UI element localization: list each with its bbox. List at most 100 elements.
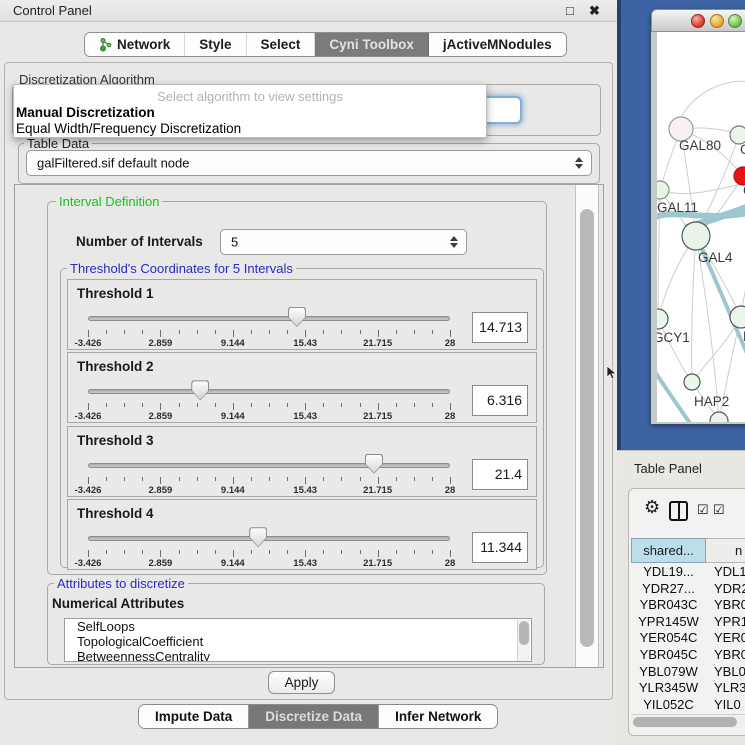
table-header-row: shared... n [631,538,745,563]
threshold-panel: Threshold 3 -3.4262.8599.14415.4321.7152… [67,426,537,497]
node-label: GAL80 [679,138,721,153]
checkbox-icon[interactable]: ☑ [713,502,725,518]
attributes-group: Attributes to discretize Numerical Attri… [47,583,545,665]
slider-scale-labels: -3.4262.8599.14415.4321.71528 [88,338,450,349]
close-traffic-light-icon[interactable] [691,14,705,28]
scale-tick-label: 2.859 [149,411,173,422]
desktop-edge [617,0,621,450]
table-row[interactable]: YPR145WYPR1 [631,614,745,631]
tab-cyni-toolbox[interactable]: Cyni Toolbox [315,33,429,56]
tab-discretize-data[interactable]: Discretize Data [249,705,379,728]
scale-tick-label: 9.144 [221,411,245,422]
split-pane-icon[interactable] [669,501,688,521]
table-row[interactable]: YBR043CYBR0 [631,597,745,614]
slider-thumb[interactable] [191,380,209,400]
tab-impute-data[interactable]: Impute Data [139,705,249,728]
slider-thumb[interactable] [249,527,267,547]
column-header-name[interactable]: n [706,538,745,563]
dropdown-option-manual-discretization[interactable]: Manual Discretization [15,105,485,120]
node-label: GCY1 [657,330,690,345]
threshold-value-field[interactable]: 21.4 [472,459,528,490]
threshold-slider[interactable]: -3.4262.8599.14415.4321.71528 [88,353,450,424]
network-canvas[interactable]: GAL80GCGAL11GAL4HGCY1HAP2 [657,32,745,422]
attribute-list-item[interactable]: TopologicalCoefficient [65,634,531,649]
combo-spinner-icon[interactable] [575,157,583,169]
tab-select[interactable]: Select [247,33,316,56]
threshold-value-field[interactable]: 14.713 [472,312,528,343]
threshold-slider[interactable]: -3.4262.8599.14415.4321.71528 [88,427,450,498]
list-scrollbar-thumb[interactable] [519,621,529,645]
network-node-h[interactable] [730,306,745,328]
table-panel: ⚙ ☑ ☑ shared... n YDL19...YDL1YDR27...YD… [628,488,745,736]
float-window-icon[interactable]: □ [566,3,574,18]
zoom-traffic-light-icon[interactable] [728,14,742,28]
threshold-slider[interactable]: -3.4262.8599.14415.4321.71528 [88,500,450,571]
scale-tick-label: 2.859 [149,485,173,496]
slider-track[interactable] [88,536,450,541]
scale-tick-label: -3.426 [75,411,102,422]
list-scrollbar[interactable] [517,620,530,661]
scale-tick-label: -3.426 [75,338,102,349]
combo-spinner-icon[interactable] [450,236,458,248]
interval-definition-group: Interval Definition Number of Intervals … [47,201,547,575]
checkbox-icon[interactable]: ☑ [697,502,709,518]
network-node-gcy1[interactable] [657,309,668,329]
scale-tick-label: 9.144 [221,558,245,569]
apply-button[interactable]: Apply [268,671,335,694]
table-row[interactable]: YBL079WYBL0 [631,664,745,681]
network-node-hap2[interactable] [684,374,700,390]
mouse-cursor [606,366,617,380]
tab-jactivemnodules[interactable]: jActiveMNodules [429,33,566,56]
close-icon[interactable]: ✖ [589,3,600,19]
table-row[interactable]: YBR045CYBR0 [631,647,745,664]
dropdown-placeholder-option[interactable]: Select algorithm to view settings [14,89,486,104]
table-data-selected-value: galFiltered.sif default node [37,156,189,171]
settings-scrollbar[interactable] [575,185,599,667]
network-view-window[interactable]: GAL80GCGAL11GAL4HGCY1HAP2 [651,9,745,424]
scale-tick-label: 15.43 [293,411,317,422]
slider-thumb[interactable] [288,307,306,327]
table-panel-titlebar: Table Panel [617,450,745,487]
number-of-intervals-label: Number of Intervals [76,234,203,249]
table-row[interactable]: YIL052CYIL0 [631,697,745,714]
attribute-list-item[interactable]: BetweennessCentrality [65,649,531,662]
tab-style[interactable]: Style [185,33,246,56]
tab-label: Select [261,37,301,52]
tab-network[interactable]: Network [85,33,185,56]
slider-scale-labels: -3.4262.8599.14415.4321.71528 [88,485,450,496]
slider-track[interactable] [88,316,450,321]
dropdown-option-equal-width[interactable]: Equal Width/Frequency Discretization [15,121,485,136]
table-row[interactable]: YDR27...YDR2 [631,581,745,598]
top-tab-bar: Network Style Select Cyni Toolbox jActiv… [84,32,567,57]
desktop-area: GAL80GCGAL11GAL4HGCY1HAP2 Table Panel ⚙ … [617,0,745,745]
numerical-attributes-list[interactable]: SelfLoopsTopologicalCoefficientBetweenne… [64,618,532,662]
minimize-traffic-light-icon[interactable] [710,14,724,28]
table-scrollbar-thumb[interactable] [633,717,737,727]
threshold-value-field[interactable]: 6.316 [472,385,528,416]
network-node-gal11[interactable] [657,181,669,199]
scale-tick-label: -3.426 [75,485,102,496]
slider-thumb[interactable] [365,454,383,474]
number-of-intervals-combobox[interactable]: 5 [220,229,467,255]
table-row[interactable]: YER054CYER0 [631,630,745,647]
tab-infer-network[interactable]: Infer Network [379,705,497,728]
control-panel-titlebar: Control Panel □ ✖ [0,0,617,22]
table-data-combobox[interactable]: galFiltered.sif default node [26,150,592,176]
network-node-gal4[interactable] [682,222,710,250]
table-row[interactable]: YLR345WYLR3 [631,680,745,697]
gear-icon[interactable]: ⚙ [644,497,660,518]
column-header-shared[interactable]: shared... [631,538,706,563]
table-row[interactable]: YDL19...YDL1 [631,564,745,581]
slider-ticks [88,330,450,338]
settings-scrollbar-thumb[interactable] [580,209,594,647]
threshold-value-field[interactable]: 11.344 [472,532,528,563]
network-window-titlebar[interactable] [651,9,745,32]
slider-track[interactable] [88,463,450,468]
table-horizontal-scrollbar[interactable] [631,714,745,728]
threshold-slider[interactable]: -3.4262.8599.14415.4321.71528 [88,280,450,351]
network-icon [99,37,112,52]
network-node[interactable] [710,412,728,422]
scale-tick-label: 28 [445,558,456,569]
attribute-list-item[interactable]: SelfLoops [65,619,531,634]
slider-track[interactable] [88,389,450,394]
